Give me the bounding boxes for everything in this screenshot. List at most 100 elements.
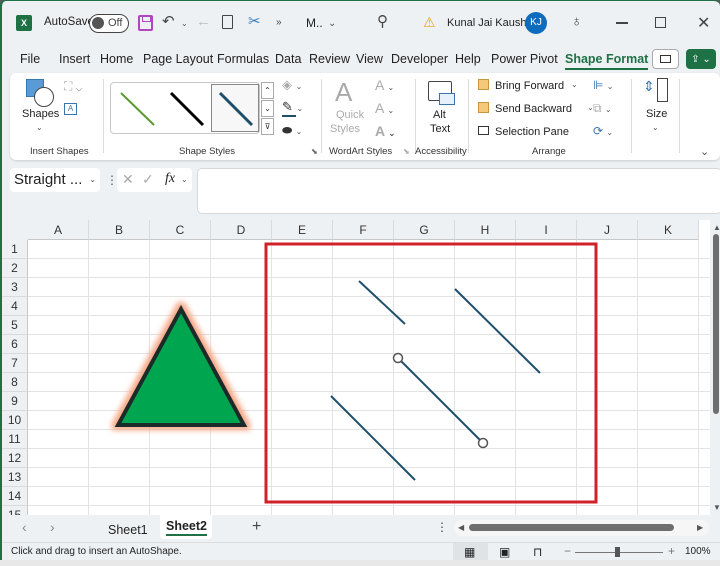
tab-split-handle-icon[interactable]: ⋮ xyxy=(436,520,448,534)
search-icon[interactable]: ⚲ xyxy=(377,14,388,29)
selection-pane-icon[interactable] xyxy=(478,126,489,135)
tab-power-pivot[interactable]: Power Pivot xyxy=(491,52,558,66)
align-icon[interactable]: ⊫ ⌄ xyxy=(593,78,614,92)
normal-view-button[interactable]: ▦ xyxy=(453,543,488,560)
file-name-chevron-icon[interactable]: ⌄ xyxy=(328,18,336,29)
zoom-out-button[interactable]: − xyxy=(564,544,571,558)
shapes-label[interactable]: Shapes xyxy=(22,108,59,120)
triangle-shape[interactable] xyxy=(114,304,248,427)
text-outline-icon[interactable]: A ⌄ xyxy=(375,100,394,116)
zoom-in-button[interactable]: + xyxy=(668,544,675,558)
gallery-scroll-up[interactable]: ⌃ xyxy=(261,82,274,99)
bring-forward-button[interactable]: Bring Forward xyxy=(495,80,564,92)
share-button[interactable]: ⇪ ⌄ xyxy=(686,49,716,69)
size-dropdown-icon[interactable]: ⌄ xyxy=(652,123,659,132)
send-backward-icon[interactable] xyxy=(478,102,489,113)
ribbon-collapse-icon[interactable]: ⌄ xyxy=(700,145,709,158)
shape-effects-icon[interactable]: ⬬ ⌄ xyxy=(282,123,302,138)
worksheet-grid[interactable]: A B C D E F G H I J K 1 2 3 4 5 6 7 8 9 10 11 12 13 14 15 xyxy=(2,220,712,517)
tab-developer[interactable]: Developer xyxy=(391,52,448,66)
tab-help[interactable]: Help xyxy=(455,52,481,66)
tab-data[interactable]: Data xyxy=(275,52,301,66)
quick-styles-icon[interactable]: A xyxy=(335,77,352,108)
shapes-dropdown-icon[interactable]: ⌄ xyxy=(36,123,43,132)
wordart-launcher-icon[interactable]: ⬊ xyxy=(403,147,410,156)
page-break-view-icon[interactable]: ⊓ xyxy=(533,545,542,559)
undo-icon[interactable]: ↶ xyxy=(162,14,175,29)
line-shape[interactable] xyxy=(330,395,416,481)
size-icon[interactable]: ⇕ xyxy=(643,78,668,102)
selection-pane-button[interactable]: Selection Pane xyxy=(495,126,569,138)
shape-style-dark-blue-line[interactable] xyxy=(211,84,259,132)
gallery-more[interactable]: ⊽ xyxy=(261,118,274,135)
gallery-scroll-down[interactable]: ⌄ xyxy=(261,100,274,117)
vertical-scrollbar[interactable]: ▲ ▼ xyxy=(710,220,720,517)
lightbulb-icon[interactable]: ♁ xyxy=(571,14,582,29)
line-shape[interactable] xyxy=(358,280,406,325)
tab-review[interactable]: Review xyxy=(309,52,350,66)
shape-fill-icon[interactable]: ◈ ⌄ xyxy=(282,77,302,93)
enter-icon[interactable]: ✓ xyxy=(142,171,154,188)
tab-view[interactable]: View xyxy=(356,52,383,66)
sheet-tab-sheet2[interactable]: Sheet2 xyxy=(160,515,212,539)
close-icon[interactable]: ✕ xyxy=(697,13,710,33)
minimize-icon[interactable] xyxy=(616,22,628,24)
maximize-icon[interactable] xyxy=(655,17,666,28)
cut-icon[interactable]: ✂ xyxy=(248,14,261,29)
shape-style-black-line[interactable] xyxy=(161,84,209,132)
warning-icon[interactable]: ⚠ xyxy=(423,14,436,31)
rotate-icon[interactable]: ⟳ ⌄ xyxy=(593,124,613,138)
vertical-scroll-thumb[interactable] xyxy=(713,234,719,414)
horizontal-scroll-thumb[interactable] xyxy=(469,524,674,531)
autosave-toggle[interactable]: Off xyxy=(89,14,129,33)
quick-styles-line2[interactable]: Styles xyxy=(330,123,360,135)
alt-text-icon[interactable] xyxy=(428,81,455,105)
tab-page-layout[interactable]: Page Layout xyxy=(143,52,213,66)
bring-forward-dropdown-icon[interactable]: ⌄ xyxy=(571,80,578,89)
tab-insert[interactable]: Insert xyxy=(59,52,90,66)
group-objects-icon[interactable]: ⧉ ⌄ xyxy=(593,101,612,116)
cancel-icon[interactable]: ✕ xyxy=(122,171,134,188)
size-label[interactable]: Size xyxy=(646,108,667,120)
tab-home[interactable]: Home xyxy=(100,52,133,66)
shape-style-green-line[interactable] xyxy=(112,84,160,132)
alt-text-line1[interactable]: Alt xyxy=(433,109,446,121)
name-box[interactable]: Straight ... ⌄ xyxy=(10,168,100,192)
line-start-handle[interactable] xyxy=(392,352,404,364)
scroll-left-arrow-icon[interactable]: ◀ xyxy=(458,523,464,532)
add-sheet-button[interactable]: + xyxy=(252,518,261,536)
next-sheet-icon[interactable]: › xyxy=(50,519,55,535)
scroll-down-arrow-icon[interactable]: ▼ xyxy=(713,503,720,512)
line-end-handle[interactable] xyxy=(477,437,489,449)
scroll-up-arrow-icon[interactable]: ▲ xyxy=(713,223,720,232)
insert-function-button[interactable]: fx xyxy=(165,171,175,187)
name-box-dropdown-icon[interactable]: ⌄ xyxy=(89,175,96,184)
tab-shape-format[interactable]: Shape Format xyxy=(565,52,649,70)
send-backward-button[interactable]: Send Backward xyxy=(495,103,572,115)
save-icon[interactable] xyxy=(138,15,153,31)
text-fill-icon[interactable]: A ⌄ xyxy=(375,77,394,93)
horizontal-scrollbar[interactable]: ◀ ▶ xyxy=(454,520,709,536)
text-box-icon[interactable]: A xyxy=(64,103,77,115)
tab-file[interactable]: File xyxy=(20,52,40,66)
shapes-button[interactable] xyxy=(26,79,54,109)
text-effects-icon[interactable]: A ⌄ xyxy=(375,123,395,139)
sheet-tab-sheet1[interactable]: Sheet1 xyxy=(108,523,148,537)
shape-styles-launcher-icon[interactable]: ⬊ xyxy=(311,147,318,156)
more-commands-icon[interactable]: » xyxy=(276,17,282,28)
bring-forward-icon[interactable] xyxy=(478,79,489,90)
fx-dropdown-icon[interactable]: ⌄ xyxy=(181,175,188,184)
edit-shape-icon[interactable]: ⛶ ⌄ xyxy=(64,79,82,94)
undo-dropdown-icon[interactable]: ⌄ xyxy=(181,19,188,28)
quick-styles-line1[interactable]: Quick xyxy=(336,109,364,121)
zoom-level[interactable]: 100% xyxy=(685,546,711,557)
alt-text-line2[interactable]: Text xyxy=(430,123,450,135)
prev-sheet-icon[interactable]: ‹ xyxy=(22,519,27,535)
tab-formulas[interactable]: Formulas xyxy=(217,52,269,66)
comments-button[interactable] xyxy=(652,49,679,69)
shape-outline-icon[interactable]: ✎ ⌄ xyxy=(282,99,303,115)
zoom-slider-thumb[interactable] xyxy=(615,547,620,557)
scroll-right-arrow-icon[interactable]: ▶ xyxy=(697,523,703,532)
formula-input[interactable] xyxy=(197,168,720,214)
page-layout-view-icon[interactable]: ▣ xyxy=(499,545,510,559)
